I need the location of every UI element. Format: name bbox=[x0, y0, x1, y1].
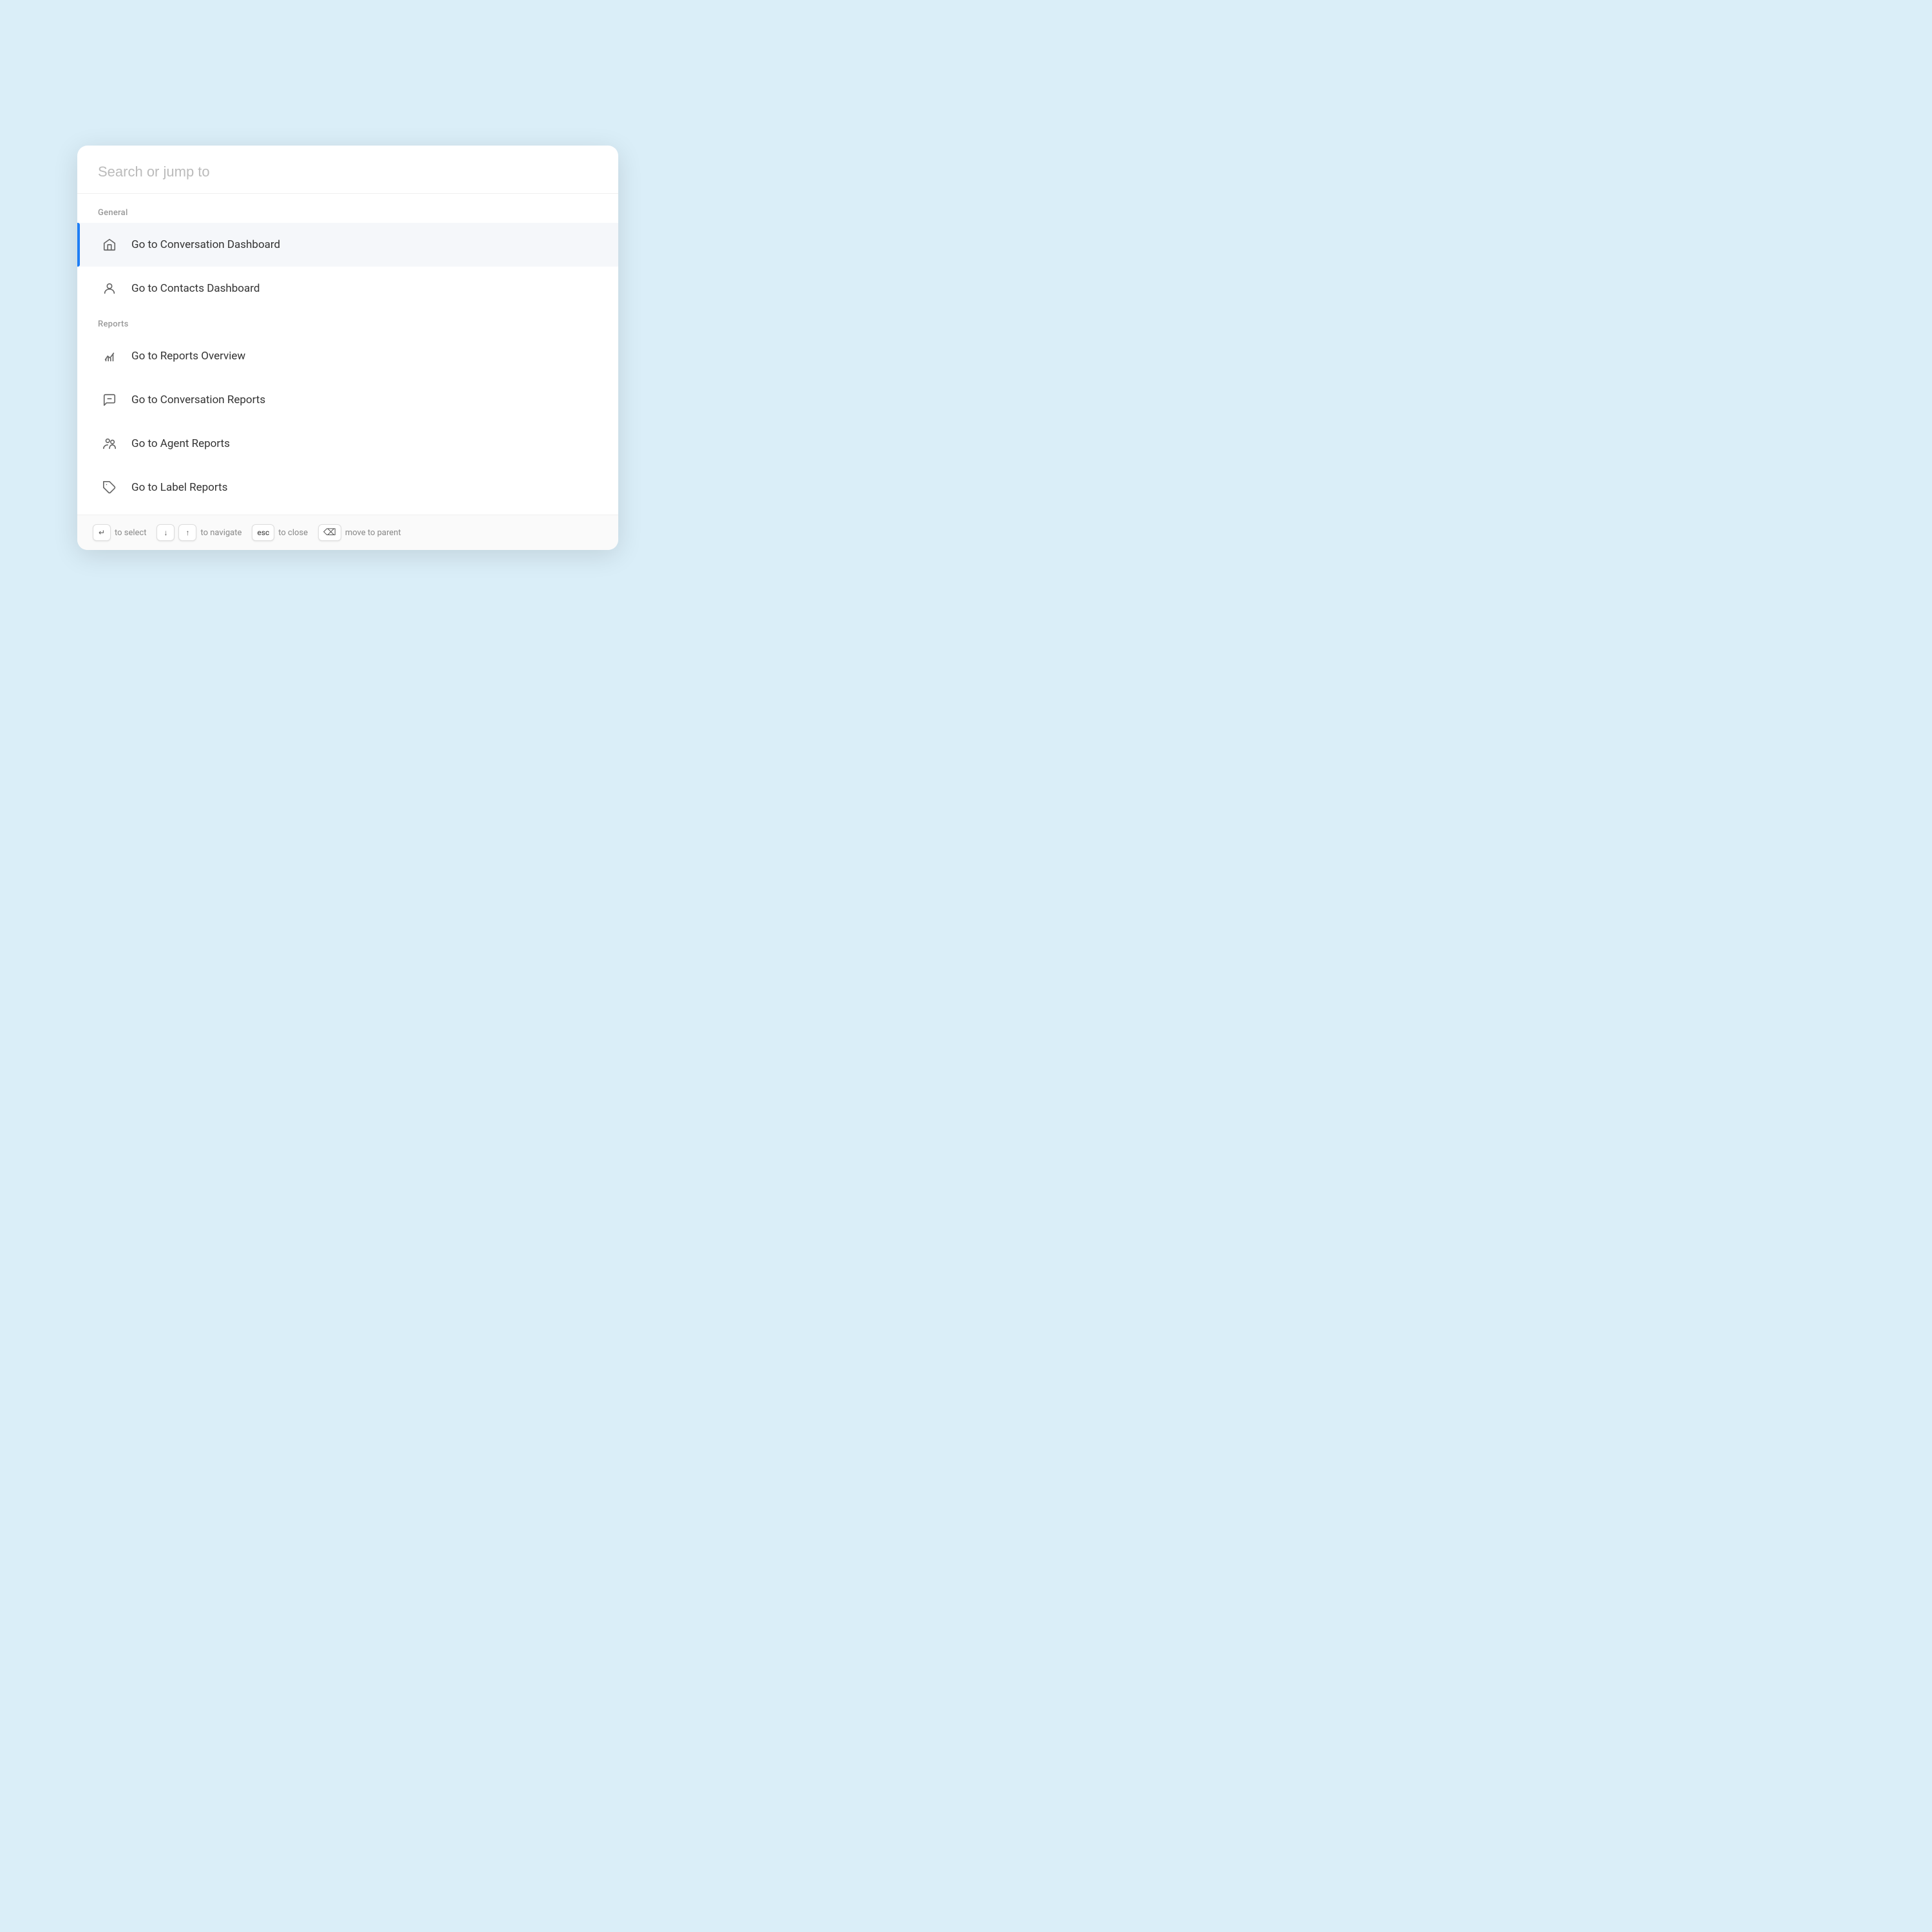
conv-dashboard-label: Go to Conversation Dashboard bbox=[131, 238, 280, 251]
list-item-contacts-dashboard[interactable]: Go to Contacts Dashboard bbox=[77, 267, 618, 310]
reports-overview-label: Go to Reports Overview bbox=[131, 350, 245, 363]
parent-hint-text: move to parent bbox=[345, 528, 401, 538]
select-hint: ↵ to select bbox=[93, 524, 146, 541]
list-item-label-reports[interactable]: Go to Label Reports bbox=[77, 466, 618, 509]
arrow-up-key: ↑ bbox=[178, 524, 196, 541]
list-item-reports-overview[interactable]: Go to Reports Overview bbox=[77, 334, 618, 378]
user-icon bbox=[98, 277, 121, 300]
label-reports-label: Go to Label Reports bbox=[131, 481, 227, 494]
keyboard-hints: ↵ to select ↓ ↑ to navigate esc to close… bbox=[77, 515, 618, 550]
tag-icon bbox=[98, 476, 121, 499]
search-area bbox=[77, 146, 618, 194]
navigate-hint-text: to navigate bbox=[200, 528, 242, 538]
results-list: General Go to Conversation Dashboard Go … bbox=[77, 194, 618, 515]
select-hint-text: to select bbox=[115, 528, 146, 538]
conv-reports-label: Go to Conversation Reports bbox=[131, 393, 265, 406]
close-hint-text: to close bbox=[278, 528, 308, 538]
agents-icon bbox=[98, 432, 121, 455]
home-icon bbox=[98, 233, 121, 256]
chart-icon bbox=[98, 345, 121, 368]
agent-reports-label: Go to Agent Reports bbox=[131, 437, 230, 450]
parent-hint: ⌫ move to parent bbox=[318, 524, 401, 541]
arrow-down-key: ↓ bbox=[156, 524, 175, 541]
list-item-conv-dashboard[interactable]: Go to Conversation Dashboard bbox=[77, 223, 618, 267]
navigate-hint: ↓ ↑ to navigate bbox=[156, 524, 242, 541]
command-palette: General Go to Conversation Dashboard Go … bbox=[77, 146, 618, 550]
list-item-agent-reports[interactable]: Go to Agent Reports bbox=[77, 422, 618, 466]
backspace-key: ⌫ bbox=[318, 524, 341, 541]
section-label-reports: Reports bbox=[77, 310, 618, 334]
contacts-dashboard-label: Go to Contacts Dashboard bbox=[131, 282, 260, 295]
search-input[interactable] bbox=[98, 164, 598, 180]
enter-key: ↵ bbox=[93, 524, 111, 541]
list-item-conv-reports[interactable]: Go to Conversation Reports bbox=[77, 378, 618, 422]
section-label-general: General bbox=[77, 199, 618, 223]
close-hint: esc to close bbox=[252, 524, 308, 541]
esc-key: esc bbox=[252, 524, 274, 541]
chat-icon bbox=[98, 388, 121, 412]
